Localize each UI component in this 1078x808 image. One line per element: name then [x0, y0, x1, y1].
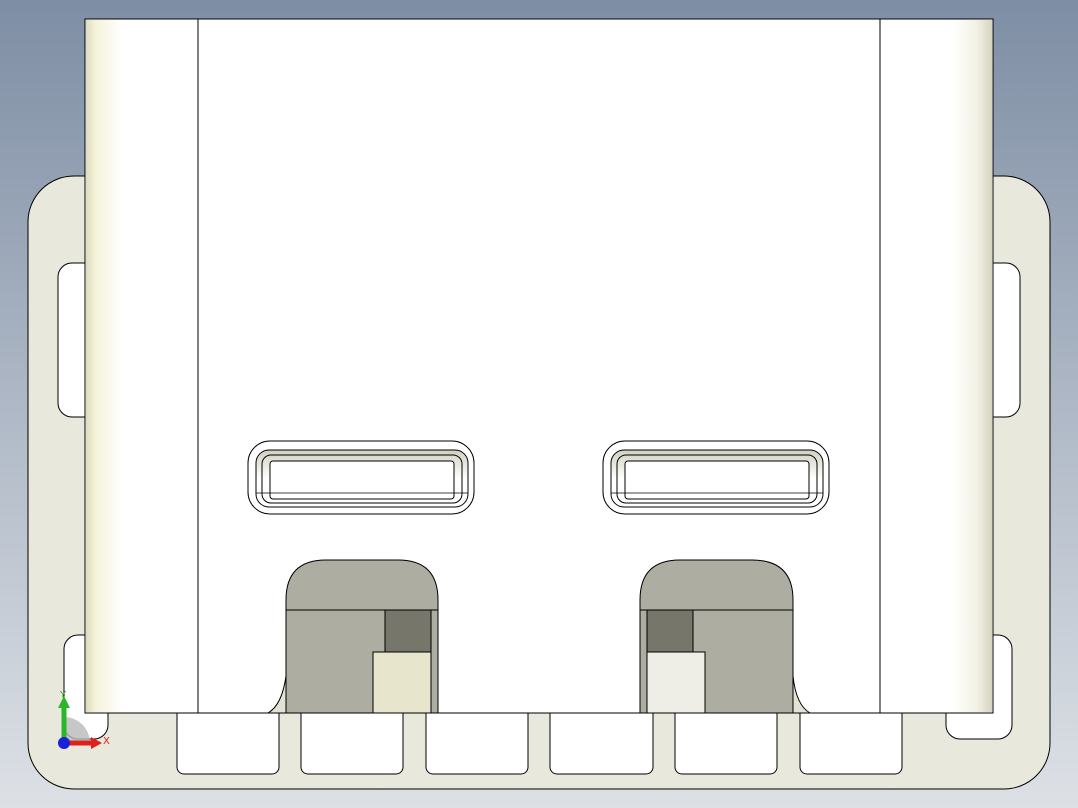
model-view[interactable]: X Y	[0, 0, 1078, 808]
shell-left-edge-shading	[86, 20, 122, 712]
right-contact-light	[646, 651, 706, 714]
right-contact-dark	[646, 609, 694, 653]
left-contact-notch	[266, 559, 439, 714]
left-contact-light	[372, 651, 432, 714]
left-contact-dark	[384, 609, 432, 653]
z-axis-dot	[58, 737, 70, 749]
left-latch-window	[247, 440, 475, 515]
x-axis-label: X	[103, 736, 110, 747]
right-contact-notch	[639, 559, 812, 714]
shell-face	[84, 18, 994, 714]
shell-body	[84, 18, 994, 714]
shell-right-edge-shading	[952, 20, 992, 712]
graphics-viewport[interactable]: X Y	[0, 0, 1078, 808]
y-axis-label: Y	[59, 690, 67, 701]
right-latch-window	[602, 440, 830, 515]
